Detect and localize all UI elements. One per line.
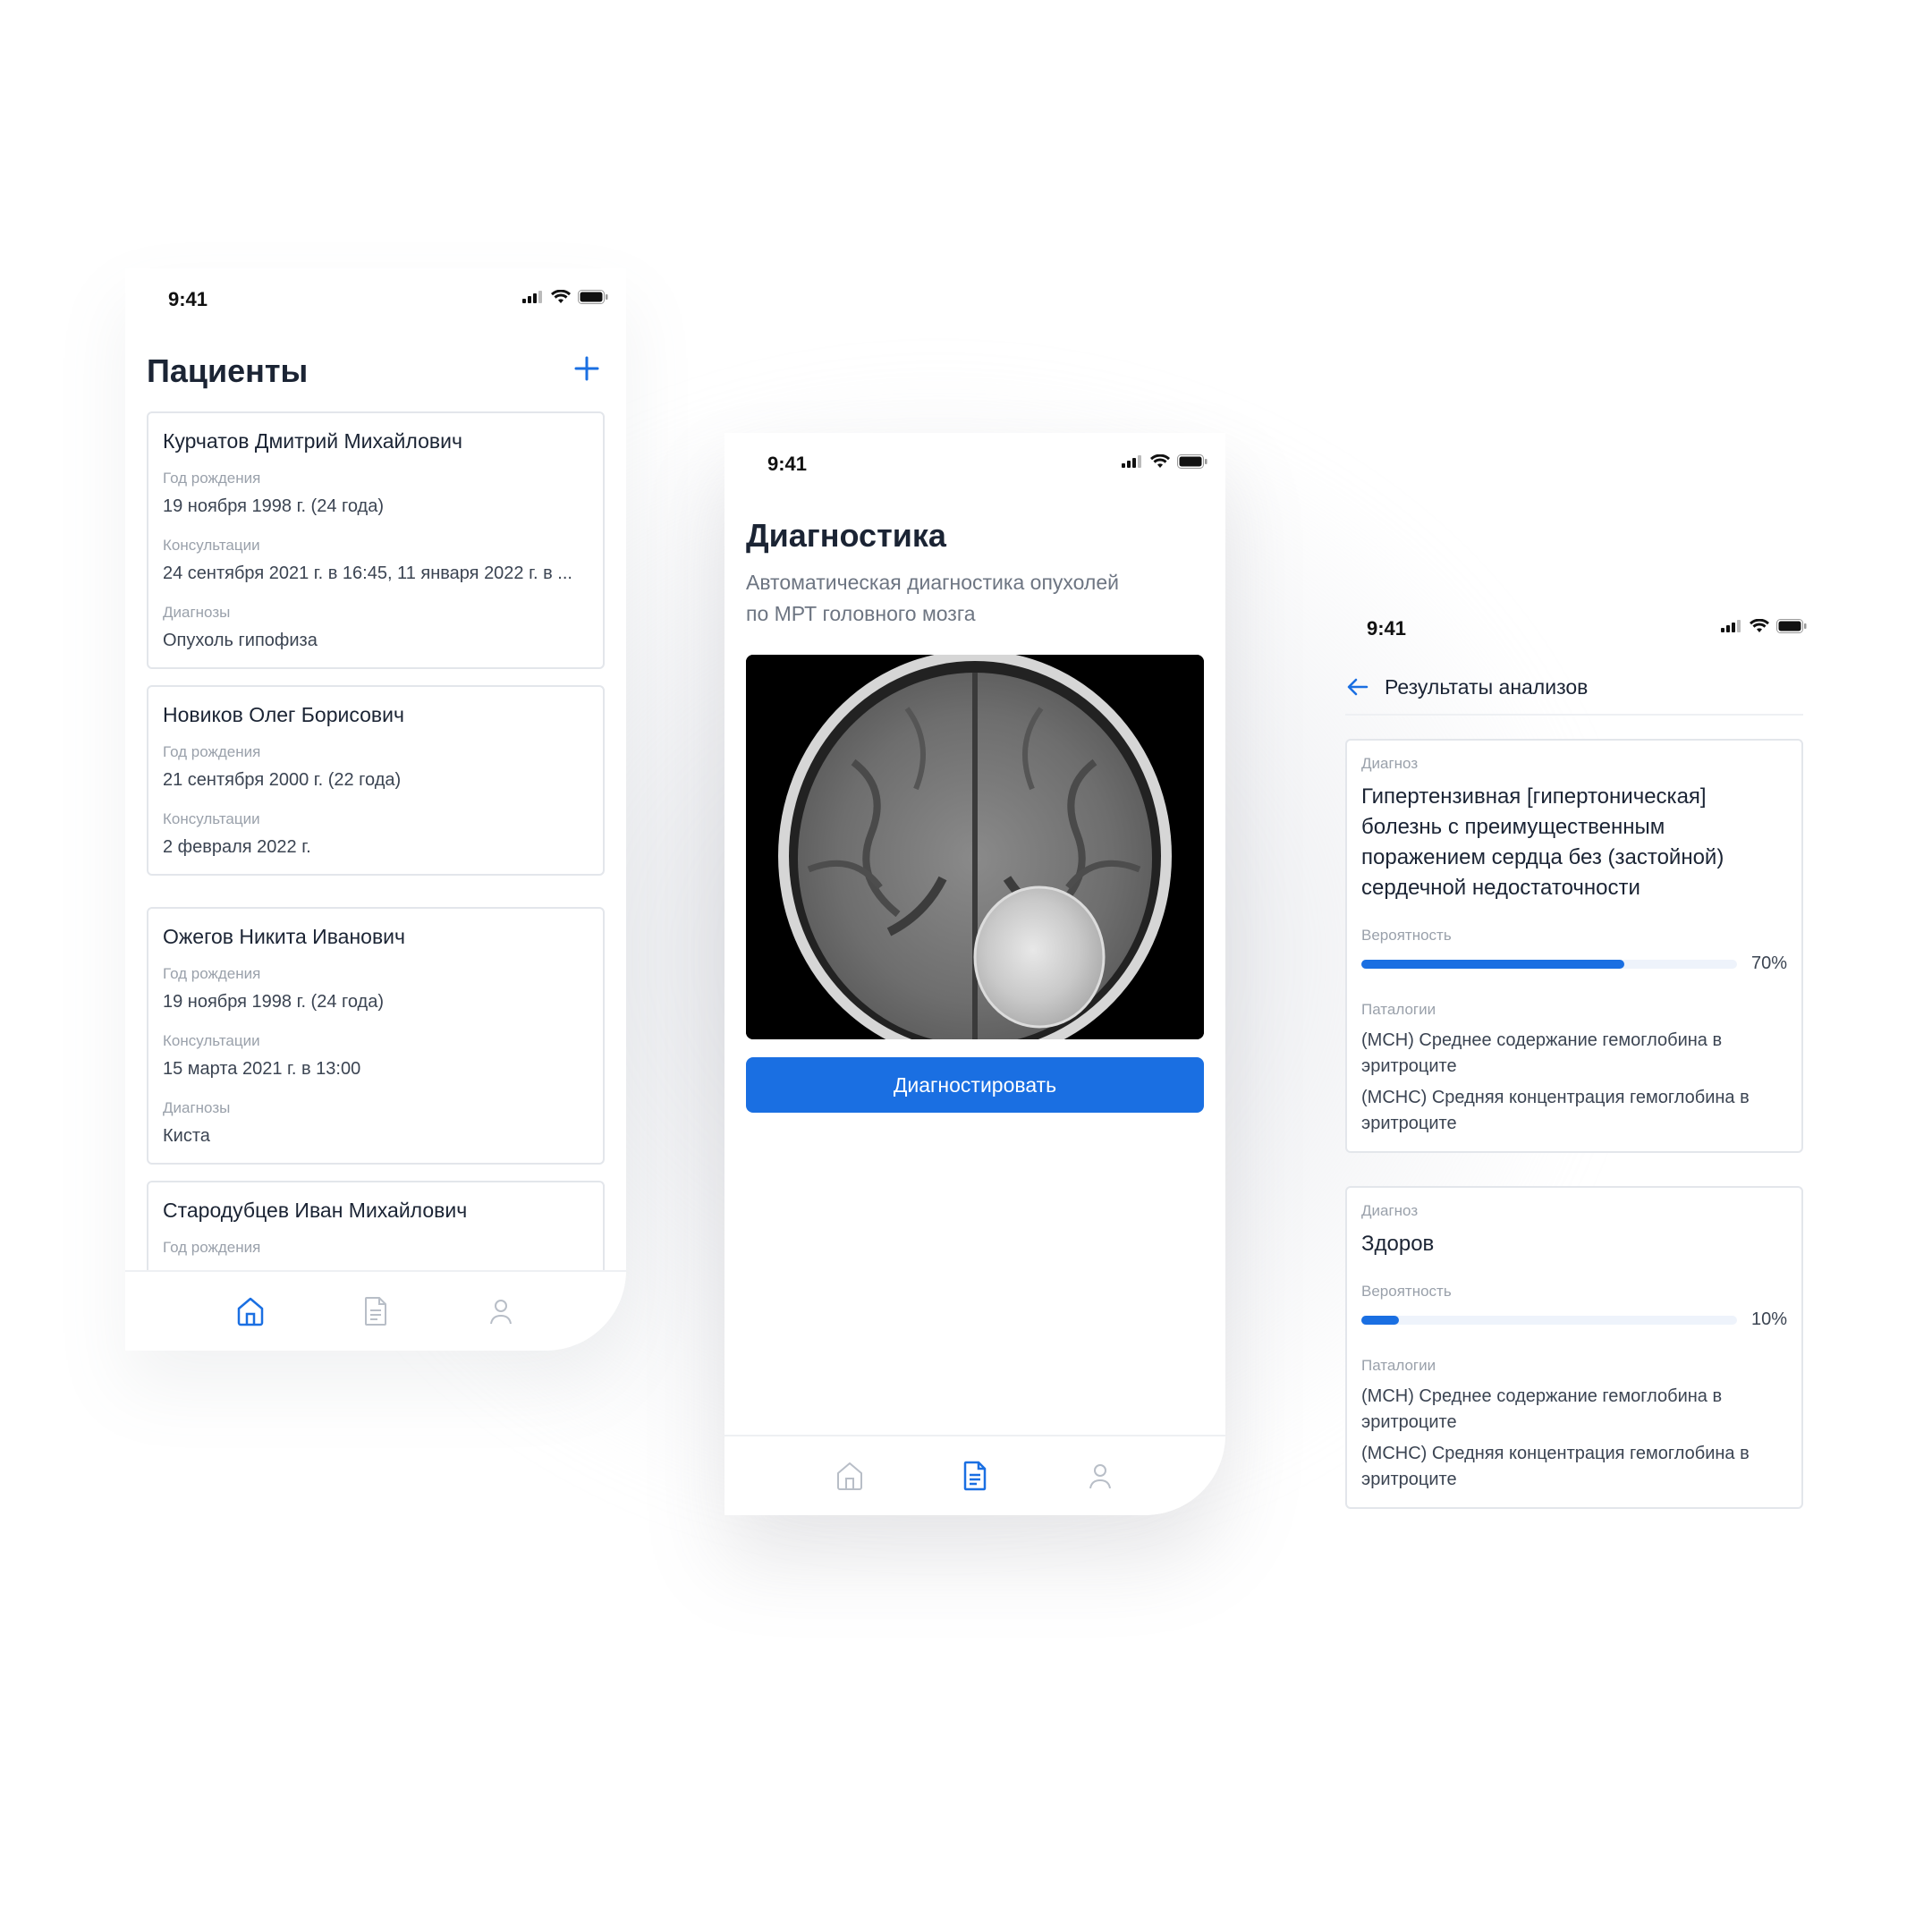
pathologies-label: Паталогии (1361, 1001, 1436, 1018)
diag-value: Киста (163, 1126, 210, 1146)
cellular-signal-icon (522, 291, 542, 303)
tab-profile[interactable] (483, 1293, 519, 1329)
patient-name: Новиков Олег Борисович (163, 703, 404, 726)
wifi-icon (1150, 454, 1170, 468)
probability-label: Вероятность (1361, 927, 1452, 944)
diag-label: Диагнозы (163, 1099, 231, 1116)
patient-card[interactable]: Новиков Олег Борисович Год рождения 21 с… (147, 685, 605, 876)
page-subtitle: Автоматическая диагностика опухолей по М… (746, 571, 1119, 625)
tab-home[interactable] (233, 1293, 268, 1329)
tab-home[interactable] (832, 1458, 868, 1494)
status-bar: 9:41 (125, 268, 626, 331)
wifi-icon (551, 290, 571, 303)
patient-card[interactable]: Ожегов Никита Иванович Год рождения 19 н… (147, 907, 605, 1165)
consult-label: Консультации (163, 537, 260, 554)
diagnosis-value: Здоров (1361, 1232, 1435, 1256)
arrow-left-icon (1347, 678, 1368, 696)
consult-label: Консультации (163, 1032, 260, 1049)
document-icon (963, 1461, 987, 1491)
diag-label: Диагнозы (163, 604, 231, 621)
birth-label: Год рождения (163, 470, 261, 487)
probability-label: Вероятность (1361, 1283, 1452, 1300)
plus-icon (574, 356, 599, 381)
home-icon (237, 1297, 264, 1326)
cellular-signal-icon (1122, 455, 1141, 468)
result-card: Диагноз Здоров Вероятность 10% Паталогии… (1345, 1186, 1803, 1509)
patients-screen: 9:41 Пациенты Курчатов Дмитрий Михайлови… (125, 268, 626, 1351)
diagnose-button[interactable]: Диагностировать (746, 1057, 1204, 1113)
patient-card[interactable]: Курчатов Дмитрий Михайлович Год рождения… (147, 411, 605, 669)
tab-documents[interactable] (358, 1293, 394, 1329)
result-card: Диагноз Гипертензивная [гипертоническая]… (1345, 739, 1803, 1153)
battery-icon (1776, 619, 1807, 633)
diagnosis-value: Гипертензивная [гипертоническая] болезнь… (1361, 784, 1724, 900)
status-time: 9:41 (1367, 617, 1407, 640)
wifi-icon (1750, 619, 1769, 632)
tab-documents[interactable] (957, 1458, 993, 1494)
mri-brain-illustration (746, 655, 1204, 1039)
patient-name: Ожегов Никита Иванович (163, 925, 406, 948)
probability-value: 10% (1750, 1309, 1787, 1329)
add-patient-button[interactable] (569, 351, 605, 386)
consult-label: Консультации (163, 810, 260, 827)
pathology-item: (МСНС) Средняя концентрация гемоглобина … (1361, 1444, 1750, 1489)
probability-bar (1361, 1315, 1737, 1325)
status-icons (522, 290, 608, 304)
cellular-signal-icon (1721, 620, 1741, 632)
battery-icon (578, 290, 608, 304)
results-screen: 9:41 Результаты анализов Диагноз Гиперте… (1324, 597, 1825, 1537)
probability-bar-fill (1361, 959, 1624, 969)
birth-value: 19 ноября 1998 г. (24 года) (163, 992, 385, 1012)
document-icon (365, 1297, 386, 1326)
tab-profile[interactable] (1082, 1458, 1118, 1494)
battery-icon (1177, 454, 1208, 469)
consult-value: 15 марта 2021 г. в 13:00 (163, 1059, 361, 1079)
consult-value: 2 февраля 2022 г. (163, 837, 311, 857)
pathology-item: (МСН) Среднее содержание гемоглобина в э… (1361, 1030, 1723, 1076)
diag-value: Опухоль гипофиза (163, 631, 318, 650)
header-title: Результаты анализов (1385, 674, 1589, 699)
diagnosis-label: Диагноз (1361, 1202, 1419, 1219)
user-icon (1089, 1464, 1111, 1489)
birth-label: Год рождения (163, 965, 261, 982)
pathologies-label: Паталогии (1361, 1357, 1436, 1374)
probability-bar (1361, 959, 1737, 969)
back-button[interactable] (1345, 671, 1377, 703)
status-bar: 9:41 (724, 433, 1225, 496)
patient-name: Курчатов Дмитрий Михайлович (163, 429, 462, 453)
status-icons (1721, 619, 1807, 633)
diagnostics-screen: 9:41 Диагностика Автоматическая диагност… (724, 433, 1225, 1515)
status-icons (1122, 454, 1208, 469)
nav-header: Результаты анализов (1345, 660, 1803, 716)
page-title: Диагностика (746, 517, 946, 554)
probability-bar-fill (1361, 1315, 1399, 1325)
patient-name: Стародубцев Иван Михайлович (163, 1199, 468, 1222)
birth-value: 19 ноября 1998 г. (24 года) (163, 496, 385, 516)
mri-image (746, 655, 1204, 1039)
birth-label: Год рождения (163, 1239, 261, 1256)
diagnosis-label: Диагноз (1361, 755, 1419, 772)
user-icon (490, 1300, 512, 1325)
status-time: 9:41 (168, 288, 208, 310)
pathology-item: (МСН) Среднее содержание гемоглобина в э… (1361, 1386, 1723, 1432)
consult-value: 24 сентября 2021 г. в 16:45, 11 января 2… (163, 564, 572, 583)
page-title: Пациенты (147, 352, 309, 389)
status-bar: 9:41 (1324, 597, 1825, 660)
tab-bar (125, 1270, 626, 1351)
pathology-item: (МСНС) Средняя концентрация гемоглобина … (1361, 1088, 1750, 1133)
probability-value: 70% (1750, 953, 1787, 973)
tab-bar (724, 1435, 1225, 1515)
status-time: 9:41 (767, 453, 808, 475)
birth-value: 21 сентября 2000 г. (22 года) (163, 770, 402, 790)
birth-label: Год рождения (163, 743, 261, 760)
home-icon (837, 1462, 862, 1490)
